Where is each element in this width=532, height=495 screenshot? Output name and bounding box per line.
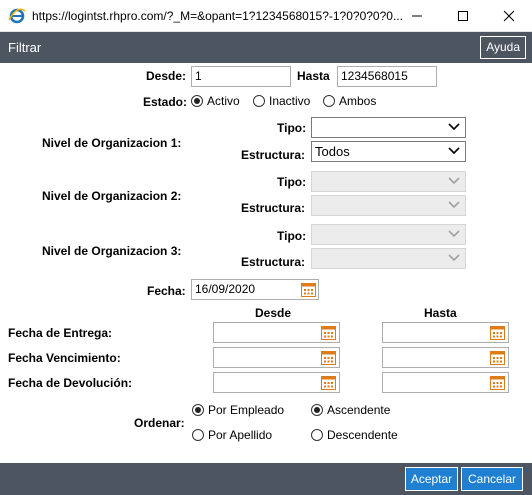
dialog-title: Filtrar [8, 40, 42, 55]
nivel-3-tipo-label: Tipo: [277, 229, 307, 243]
estado-label: Estado: [143, 95, 188, 109]
order-by-option-label: Por Empleado [208, 403, 285, 417]
estado-radio-inactivo[interactable]: Inactivo [253, 94, 310, 108]
nivel-1-estructura-select[interactable]: Todos [311, 141, 466, 162]
dialog-footer: Aceptar Cancelar [0, 463, 532, 495]
order-by-apellido-radio[interactable]: Por Apellido [192, 428, 272, 442]
calendar-icon[interactable] [490, 375, 505, 390]
maximize-button[interactable] [440, 0, 486, 32]
nivel-1-estructura-label: Estructura: [241, 148, 306, 162]
nivel-3-tipo-select[interactable] [311, 224, 466, 245]
calendar-icon[interactable] [301, 282, 316, 297]
order-by-option-label: Por Apellido [208, 428, 273, 442]
estado-radio-activo[interactable]: Activo [191, 94, 240, 108]
desde-input[interactable]: 1 [191, 66, 291, 87]
nivel-1-tipo-select[interactable] [311, 117, 466, 138]
chevron-down-icon [448, 177, 460, 185]
calendar-icon[interactable] [321, 325, 336, 340]
nivel-org-2-label: Nivel de Organizacion 2: [42, 189, 182, 203]
calendar-icon[interactable] [321, 375, 336, 390]
window-url: https://logintst.rhpro.com/?_M=&opant=1?… [32, 9, 403, 23]
cancel-button[interactable]: Cancelar [461, 467, 523, 491]
close-button[interactable] [486, 0, 532, 32]
calendar-icon[interactable] [321, 350, 336, 365]
hasta-input[interactable]: 1234568015 [337, 66, 437, 87]
chevron-down-icon [448, 201, 460, 209]
chevron-down-icon [448, 147, 460, 155]
fecha-label: Fecha: [147, 284, 186, 298]
close-icon [503, 10, 515, 22]
nivel-org-3-label: Nivel de Organizacion 3: [42, 244, 182, 258]
nivel-1-tipo-label: Tipo: [277, 121, 307, 135]
calendar-icon[interactable] [490, 325, 505, 340]
nivel-2-estructura-select[interactable] [311, 195, 466, 216]
nivel-2-tipo-select[interactable] [311, 171, 466, 192]
window-titlebar: https://logintst.rhpro.com/?_M=&opant=1?… [0, 0, 532, 32]
chevron-down-icon [448, 123, 460, 131]
fecha-input[interactable]: 16/09/2020 [191, 279, 319, 300]
accept-button[interactable]: Aceptar [405, 467, 458, 491]
maximize-icon [458, 11, 468, 21]
estado-option-label: Inactivo [269, 94, 311, 108]
nivel-1-estructura-value: Todos [315, 144, 350, 159]
hasta-label: Hasta [297, 69, 330, 83]
ordenar-label: Ordenar: [134, 416, 185, 430]
chevron-down-icon [448, 230, 460, 238]
estado-option-label: Activo [207, 94, 240, 108]
order-by-empleado-radio[interactable]: Por Empleado [192, 403, 284, 417]
minimize-icon [412, 15, 422, 17]
nivel-org-1-label: Nivel de Organizacion 1: [42, 136, 182, 150]
minimize-button[interactable] [394, 0, 440, 32]
estado-radio-ambos[interactable]: Ambos [323, 94, 376, 108]
estado-option-label: Ambos [339, 94, 377, 108]
direction-descendente-radio[interactable]: Descendente [311, 428, 398, 442]
internet-explorer-icon [8, 8, 26, 24]
nivel-3-estructura-select[interactable] [311, 248, 466, 269]
fecha-devolucion-label: Fecha de Devolución: [8, 376, 133, 390]
direction-ascendente-radio[interactable]: Ascendente [311, 403, 390, 417]
fecha-vencimiento-label: Fecha Vencimiento: [8, 351, 121, 365]
calendar-icon[interactable] [490, 350, 505, 365]
direction-option-label: Descendente [327, 428, 398, 442]
nivel-3-estructura-label: Estructura: [241, 255, 306, 269]
desde-label: Desde: [146, 69, 187, 83]
dialog-header: Filtrar Ayuda [0, 32, 532, 63]
chevron-down-icon [448, 254, 460, 262]
nivel-2-estructura-label: Estructura: [241, 201, 306, 215]
fecha-entrega-label: Fecha de Entrega: [8, 326, 113, 340]
help-button[interactable]: Ayuda [480, 36, 526, 59]
nivel-2-tipo-label: Tipo: [277, 175, 307, 189]
direction-option-label: Ascendente [327, 403, 391, 417]
col-hasta-header: Hasta [424, 306, 457, 320]
col-desde-header: Desde [255, 306, 292, 320]
